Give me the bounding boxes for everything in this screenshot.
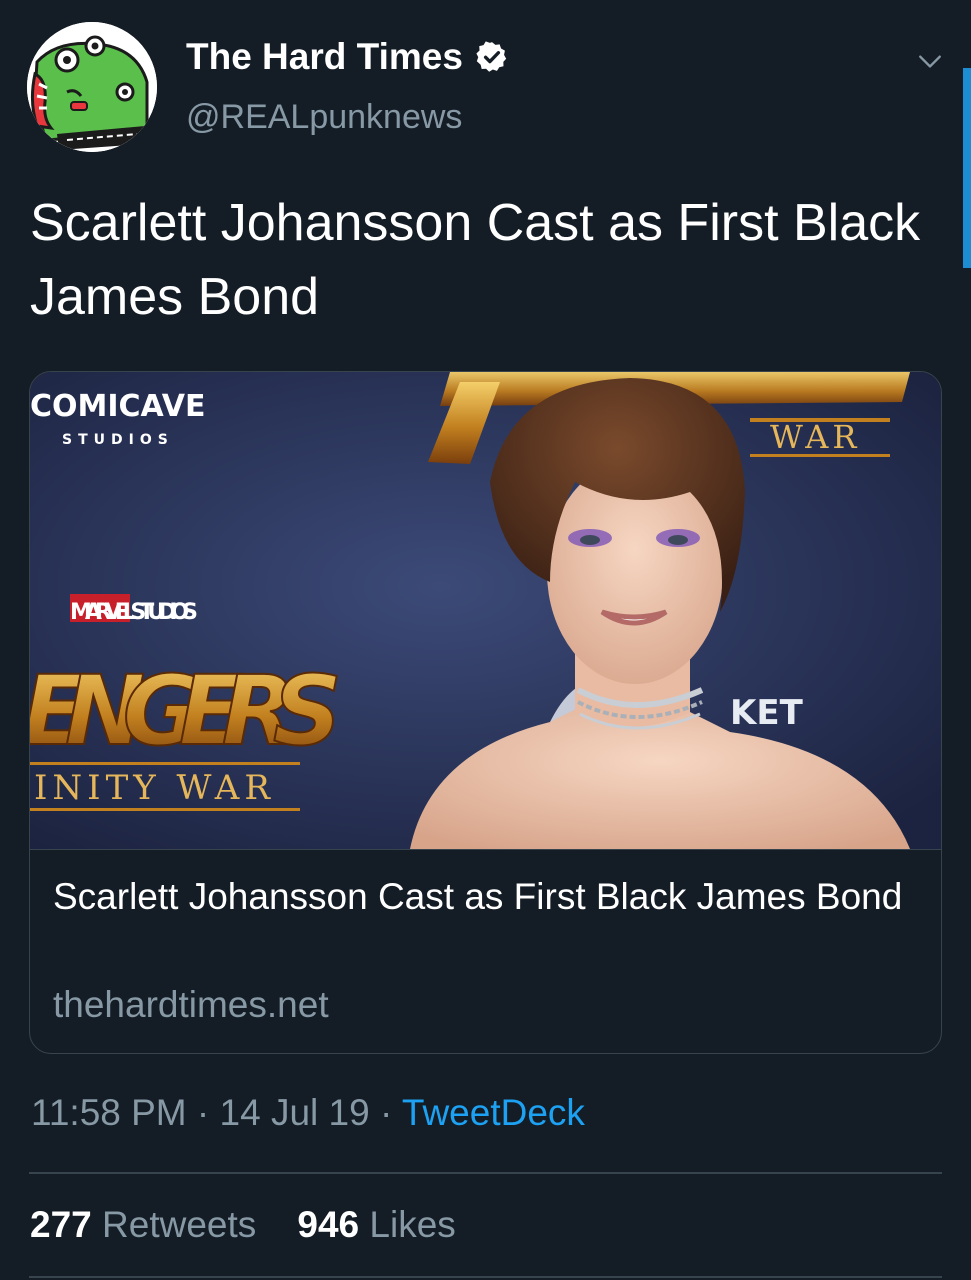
tweet-date: 14 Jul 19 [219,1092,370,1133]
scroll-indicator [963,68,971,268]
marvel-studios-logo: MARVEL STUDIOS [70,600,198,625]
link-card[interactable]: COMICAVE STUDIOS WAR MARVEL STUDIOS ENGE… [29,371,942,1054]
avengers-logo: ENGERS [30,655,342,767]
meta-separator: · [186,1092,220,1133]
comicave-studios-label: STUDIOS [62,432,174,448]
comicave-logo: COMICAVE [30,389,205,424]
tweet-meta: 11:58 PM · 14 Jul 19 · TweetDeck [31,1092,585,1134]
meta-separator: · [369,1092,402,1133]
tweet-time: 11:58 PM [31,1092,187,1133]
retweets-label: Retweets [102,1204,257,1245]
likes-stat[interactable]: 946 Likes [297,1204,455,1245]
likes-count: 946 [297,1204,360,1245]
display-name[interactable]: The Hard Times [186,36,509,78]
avatar-monster-icon [27,22,157,152]
card-title[interactable]: Scarlett Johansson Cast as First Black J… [53,870,923,923]
tweet: The Hard Times @REALpunknews Scarlett Jo… [0,0,971,1280]
divider [29,1276,942,1278]
verified-badge-icon [476,41,507,72]
card-domain: thehardtimes.net [53,984,329,1025]
retweets-stat[interactable]: 277 Retweets [30,1204,256,1245]
retweets-count: 277 [30,1204,92,1245]
infinity-war-label: INITY WAR [34,768,275,808]
card-image[interactable]: COMICAVE STUDIOS WAR MARVEL STUDIOS ENGE… [30,372,941,850]
tweet-source-link[interactable]: TweetDeck [402,1092,585,1133]
tweet-text: Scarlett Johansson Cast as First Black J… [30,194,921,326]
infinity-war-top-label: WAR [770,418,861,456]
divider [29,1172,942,1174]
chevron-down-icon[interactable] [917,48,943,74]
display-name-label[interactable]: The Hard Times [186,36,463,78]
likes-label: Likes [369,1204,456,1245]
ticket-logo-fragment: KET [730,693,804,733]
author-handle[interactable]: @REALpunknews [186,98,462,137]
avatar[interactable] [27,22,157,152]
tweet-stats: 277 Retweets 946 Likes [30,1204,456,1246]
